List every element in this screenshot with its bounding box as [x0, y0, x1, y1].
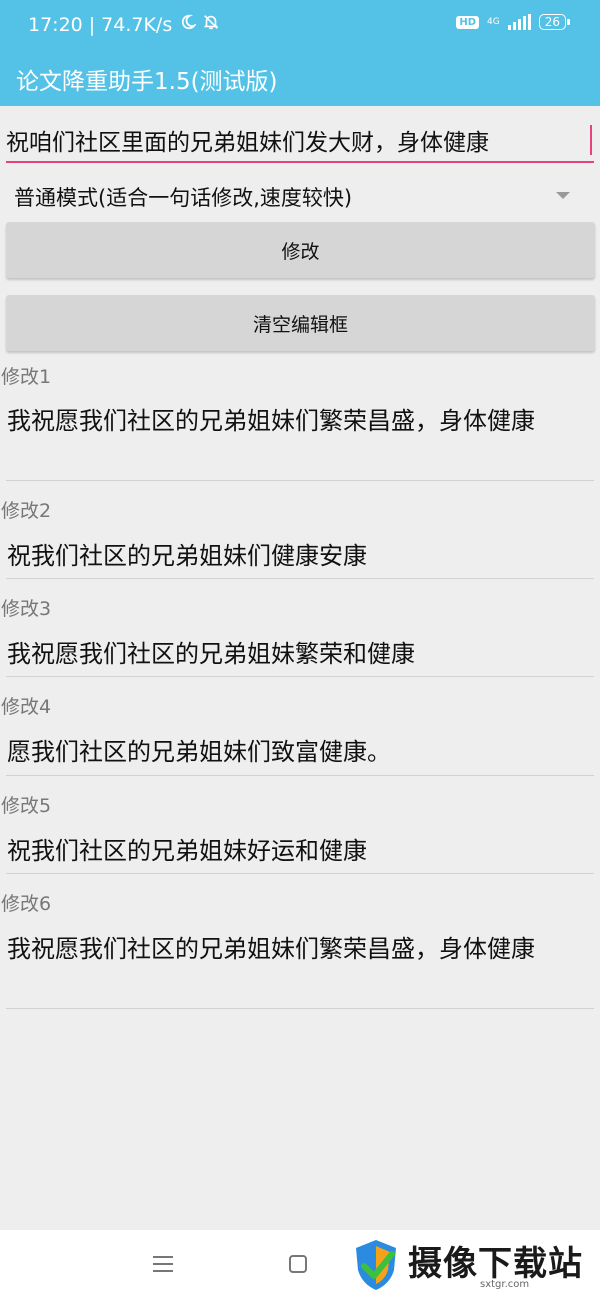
divider: [6, 676, 594, 677]
result-label-4: 修改4: [1, 696, 52, 718]
app-bar: 论文降重助手1.5(测试版): [0, 52, 600, 106]
mode-dropdown[interactable]: 普通模式(适合一句话修改,速度较快): [14, 178, 584, 214]
result-label-6: 修改6: [1, 893, 52, 915]
network-type: 4G: [487, 17, 500, 27]
clear-editor-button[interactable]: 清空编辑框: [6, 295, 595, 351]
watermark-url: sxtgr.com: [480, 1279, 530, 1290]
divider: [6, 1008, 594, 1009]
status-time: 17:20: [28, 13, 83, 36]
status-speed: 74.7K/s: [101, 13, 173, 36]
result-text-2[interactable]: 祝我们社区的兄弟姐妹们健康安康: [7, 538, 587, 575]
result-text-5[interactable]: 祝我们社区的兄弟姐妹好运和健康: [7, 833, 587, 870]
bell-off-icon: [202, 13, 220, 36]
result-label-1: 修改1: [1, 366, 52, 388]
menu-icon[interactable]: [153, 1256, 173, 1272]
divider: [6, 578, 594, 579]
text-caret: [590, 125, 592, 155]
divider: [6, 480, 594, 481]
signal-icon: [507, 14, 531, 30]
dropdown-arrow-icon: [556, 192, 570, 199]
home-icon[interactable]: [289, 1255, 307, 1273]
battery-icon: 26: [538, 14, 571, 30]
hd-badge: HD: [456, 15, 480, 29]
result-label-2: 修改2: [1, 500, 52, 522]
sentence-input[interactable]: [6, 119, 594, 161]
watermark-logo-icon: [352, 1238, 400, 1292]
divider: [6, 775, 594, 776]
modify-button[interactable]: 修改: [6, 222, 595, 278]
status-right: HD 4G 26: [456, 14, 571, 30]
result-text-6[interactable]: 我祝愿我们社区的兄弟姐妹们繁荣昌盛，身体健康: [7, 931, 587, 968]
result-text-1[interactable]: 我祝愿我们社区的兄弟姐妹们繁荣昌盛，身体健康: [7, 403, 587, 440]
app-title: 论文降重助手1.5(测试版): [16, 69, 278, 95]
status-separator: |: [88, 13, 96, 36]
result-label-5: 修改5: [1, 795, 52, 817]
status-bar: 17:20 | 74.7K/s HD 4G 26: [0, 0, 600, 52]
result-text-4[interactable]: 愿我们社区的兄弟姐妹们致富健康。: [7, 734, 587, 771]
status-left: 17:20 | 74.7K/s: [28, 13, 220, 36]
result-text-3[interactable]: 我祝愿我们社区的兄弟姐妹繁荣和健康: [7, 636, 587, 673]
result-label-3: 修改3: [1, 598, 52, 620]
divider: [6, 873, 594, 874]
watermark-text: 摄像下载站: [408, 1244, 583, 1284]
moon-icon: [178, 13, 198, 36]
navigation-bar: 摄像下载站 sxtgr.com: [0, 1230, 600, 1300]
input-container: [6, 119, 594, 163]
mode-selected-value: 普通模式(适合一句话修改,速度较快): [14, 186, 353, 210]
